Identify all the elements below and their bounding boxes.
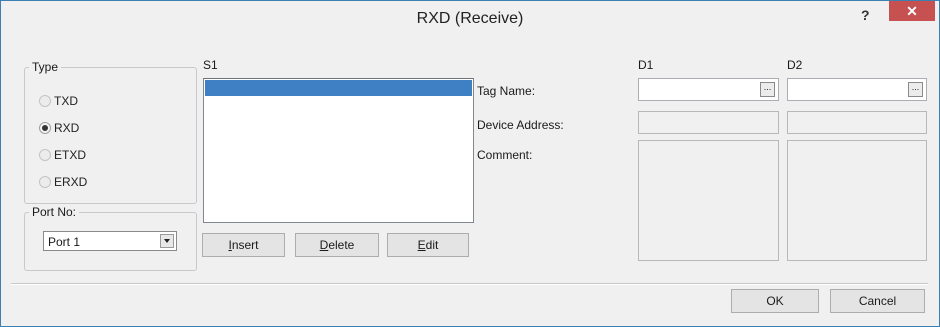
dialog-body: Type TXD RXD ETXD ERXD Port No: Port 1 S… [8,38,932,319]
radio-etxd[interactable]: ETXD [39,147,86,163]
radio-txd[interactable]: TXD [39,93,78,109]
d2-comment-field [787,140,927,261]
radio-etxd-dot [39,149,51,161]
rxd-dialog: RXD (Receive) ? ✕ Type TXD RXD ETXD ERXD… [0,0,940,327]
dialog-title: RXD (Receive) [416,10,524,27]
close-icon: ✕ [906,3,918,19]
insert-button-label: Insert [228,238,259,252]
d2-device-address-field [787,111,927,134]
cancel-button[interactable]: Cancel [830,289,925,313]
comment-label: Comment: [477,148,533,162]
chevron-down-icon[interactable] [160,234,174,248]
s1-header: S1 [203,58,218,72]
type-group: Type TXD RXD ETXD ERXD [24,60,197,204]
insert-button[interactable]: Insert [202,233,285,257]
radio-erxd[interactable]: ERXD [39,174,87,190]
d1-browse-button[interactable]: ... [760,82,775,97]
delete-button[interactable]: Delete [295,233,379,257]
d1-device-address-field [638,111,779,134]
radio-rxd-label: RXD [54,121,80,135]
radio-rxd[interactable]: RXD [39,120,79,136]
radio-txd-label: TXD [54,94,78,108]
radio-txd-dot [39,95,51,107]
port-select[interactable]: Port 1 [43,231,177,251]
close-button[interactable]: ✕ [889,1,935,21]
title-bar: RXD (Receive) ? ✕ [1,1,939,38]
radio-rxd-dot [39,122,51,134]
port-select-value: Port 1 [48,235,81,249]
edit-button-label: Edit [417,238,439,252]
s1-list-selected-row[interactable] [205,80,472,96]
s1-list[interactable] [203,78,474,223]
footer-divider [11,283,928,285]
d2-browse-button[interactable]: ... [908,82,923,97]
d2-header: D2 [787,58,803,72]
device-address-label: Device Address: [477,118,564,132]
radio-etxd-label: ETXD [54,148,87,162]
d1-header: D1 [638,58,654,72]
help-button[interactable]: ? [861,7,870,23]
d2-tag-name-input[interactable]: ... [787,78,927,101]
type-group-legend: Type [32,60,59,74]
d1-comment-field [638,140,779,261]
ok-button[interactable]: OK [731,289,819,313]
d1-tag-name-input[interactable]: ... [638,78,779,101]
radio-erxd-dot [39,176,51,188]
ok-button-label: OK [766,294,784,308]
edit-button[interactable]: Edit [387,233,469,257]
delete-button-label: Delete [319,238,355,252]
tag-name-label: Tag Name: [477,84,536,98]
port-group-legend: Port No: [32,205,77,219]
cancel-button-label: Cancel [858,294,897,308]
radio-erxd-label: ERXD [54,175,88,189]
